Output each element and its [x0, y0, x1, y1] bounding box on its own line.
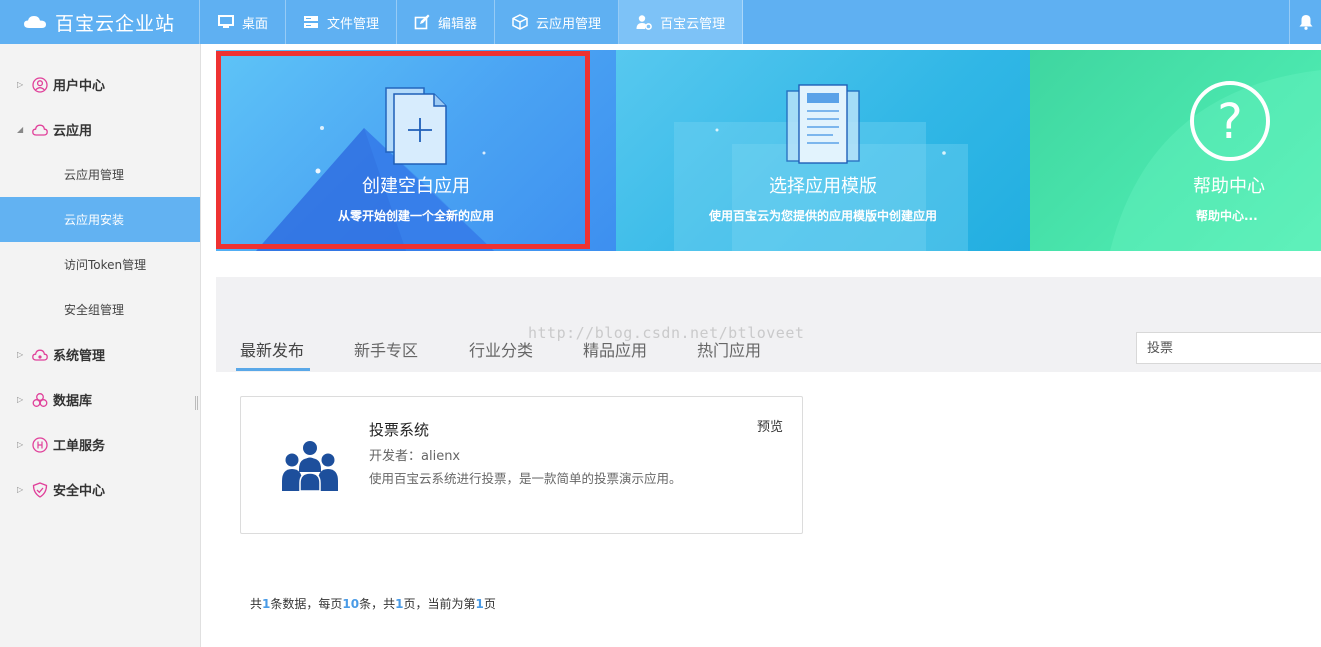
- nav-tab-editor[interactable]: 编辑器: [397, 0, 496, 44]
- pager-text: 页: [483, 597, 496, 611]
- banner-title: 帮助中心: [1193, 176, 1265, 197]
- brand[interactable]: 百宝云企业站: [0, 0, 200, 44]
- banner-subtitle: 从零开始创建一个全新的应用: [337, 209, 494, 223]
- sidebar-subitem-security-group[interactable]: 安全组管理: [0, 287, 200, 332]
- nav-tab-label: 编辑器: [438, 16, 478, 32]
- database-icon: [32, 392, 48, 407]
- search-input[interactable]: [1136, 332, 1321, 364]
- app-card[interactable]: 投票系统 开发者：alienx 使用百宝云系统进行投票，是一款简单的投票演示应用…: [240, 396, 803, 534]
- tab-latest[interactable]: 最新发布: [240, 337, 304, 361]
- sidebar-item-label: 数据库: [53, 394, 93, 409]
- sidebar-subitem-cloud-app-install[interactable]: 云应用安装: [0, 197, 200, 242]
- nav-tab-label: 文件管理: [327, 16, 380, 32]
- expand-arrow-icon: ▷: [17, 440, 24, 449]
- pager-text: 页，当前为第: [403, 597, 476, 611]
- sidebar-resize-handle[interactable]: [195, 396, 198, 410]
- ticket-icon: [32, 436, 48, 453]
- brand-title: 百宝云企业站: [55, 12, 176, 35]
- pager-text: 条数据，每页: [270, 597, 343, 611]
- sidebar-item-user-center[interactable]: ▷ 用户中心: [0, 62, 200, 107]
- sidebar-item-database[interactable]: ▷ 数据库: [0, 377, 200, 422]
- sidebar-item-cloud-apps[interactable]: ◢ 云应用: [0, 107, 200, 152]
- user-circle-icon: [32, 76, 48, 93]
- server-icon: [304, 16, 319, 28]
- nav-tab-files[interactable]: 文件管理: [286, 0, 398, 44]
- top-bar: 百宝云企业站 桌面 文件管理 编辑器 云应用管理 百宝云管理: [0, 0, 1321, 44]
- expand-arrow-icon: ▷: [17, 350, 24, 359]
- sidebar-item-label: 系统管理: [53, 349, 106, 364]
- nav-tab-cloud-apps[interactable]: 云应用管理: [495, 0, 620, 44]
- app-title[interactable]: 投票系统: [369, 419, 429, 440]
- nav-tab-label: 百宝云管理: [660, 16, 726, 32]
- sidebar-item-label: 用户中心: [53, 79, 106, 94]
- active-tab-indicator: [236, 368, 310, 371]
- cloud-icon: [32, 124, 48, 136]
- banner-title: 创建空白应用: [362, 176, 470, 197]
- watermark-text: http://blog.csdn.net/btloveet: [528, 324, 805, 342]
- banner-subtitle: 使用百宝云为您提供的应用模版中创建应用: [708, 209, 937, 223]
- help-question-icon: ?: [1190, 81, 1270, 161]
- pagination-info: 共1条数据，每页10条，共1页，当前为第1页: [250, 595, 496, 612]
- preview-button[interactable]: 预览: [757, 416, 783, 435]
- pager-current-page: 1: [475, 597, 484, 611]
- nav-tab-baibao-admin[interactable]: 百宝云管理: [619, 0, 744, 44]
- svg-text:?: ?: [1217, 94, 1242, 150]
- sidebar-item-label: 云应用: [53, 124, 93, 139]
- pager-text: 条，共: [359, 597, 396, 611]
- shield-icon: [32, 481, 48, 498]
- tab-beginner[interactable]: 新手专区: [354, 337, 418, 361]
- cloud-gear-icon: [32, 349, 48, 361]
- nav-tab-label: 云应用管理: [536, 16, 602, 32]
- sidebar-item-security-center[interactable]: ▷ 安全中心: [0, 467, 200, 512]
- group-users-icon: [282, 441, 338, 492]
- sidebar-subitem-cloud-app-management[interactable]: 云应用管理: [0, 152, 200, 197]
- user-gear-icon: [636, 15, 652, 30]
- expand-arrow-icon: ▷: [17, 80, 24, 89]
- cloud-logo-icon: [24, 16, 46, 28]
- monitor-icon: [218, 15, 234, 28]
- help-center-card[interactable]: ? 帮助中心 帮助中心...: [1030, 50, 1321, 251]
- choose-app-template-card[interactable]: 选择应用模版 使用百宝云为您提供的应用模版中创建应用: [616, 50, 1030, 251]
- sidebar-item-ticket-service[interactable]: ▷ 工单服务: [0, 422, 200, 467]
- sidebar-item-label: 工单服务: [53, 439, 106, 454]
- nav-tab-desktop[interactable]: 桌面: [201, 0, 287, 44]
- notifications-button[interactable]: [1289, 0, 1321, 44]
- banner-title: 选择应用模版: [769, 176, 877, 197]
- tab-industry[interactable]: 行业分类: [469, 337, 533, 361]
- sidebar-item-system-management[interactable]: ▷ 系统管理: [0, 332, 200, 377]
- bell-icon: [1299, 15, 1312, 30]
- new-document-icon: [385, 87, 447, 165]
- expand-arrow-icon: ▷: [17, 485, 24, 494]
- template-document-icon: [786, 84, 860, 164]
- edit-icon: [414, 14, 430, 30]
- nav-tab-label: 桌面: [242, 16, 269, 32]
- pager-text: 共: [250, 597, 263, 611]
- sidebar-item-label: 安全中心: [53, 484, 106, 499]
- nav-tabs: 桌面 文件管理 编辑器 云应用管理 百宝云管理: [201, 0, 744, 44]
- collapse-arrow-icon: ◢: [17, 125, 24, 134]
- app-description: 使用百宝云系统进行投票，是一款简单的投票演示应用。: [369, 471, 682, 486]
- app-developer: 开发者：alienx: [369, 449, 461, 464]
- pager-per-page: 10: [342, 597, 360, 611]
- sidebar: ▷ 用户中心 ◢ 云应用 云应用管理 云应用安装 访问Token管理 安全组管理…: [0, 44, 201, 647]
- banner-subtitle: 帮助中心...: [1196, 209, 1258, 223]
- sidebar-subitem-access-token[interactable]: 访问Token管理: [0, 242, 200, 287]
- cube-icon: [512, 14, 528, 30]
- wave-decoration: [1110, 70, 1321, 251]
- create-blank-app-card[interactable]: 创建空白应用 从零开始创建一个全新的应用: [216, 50, 616, 251]
- expand-arrow-icon: ▷: [17, 395, 24, 404]
